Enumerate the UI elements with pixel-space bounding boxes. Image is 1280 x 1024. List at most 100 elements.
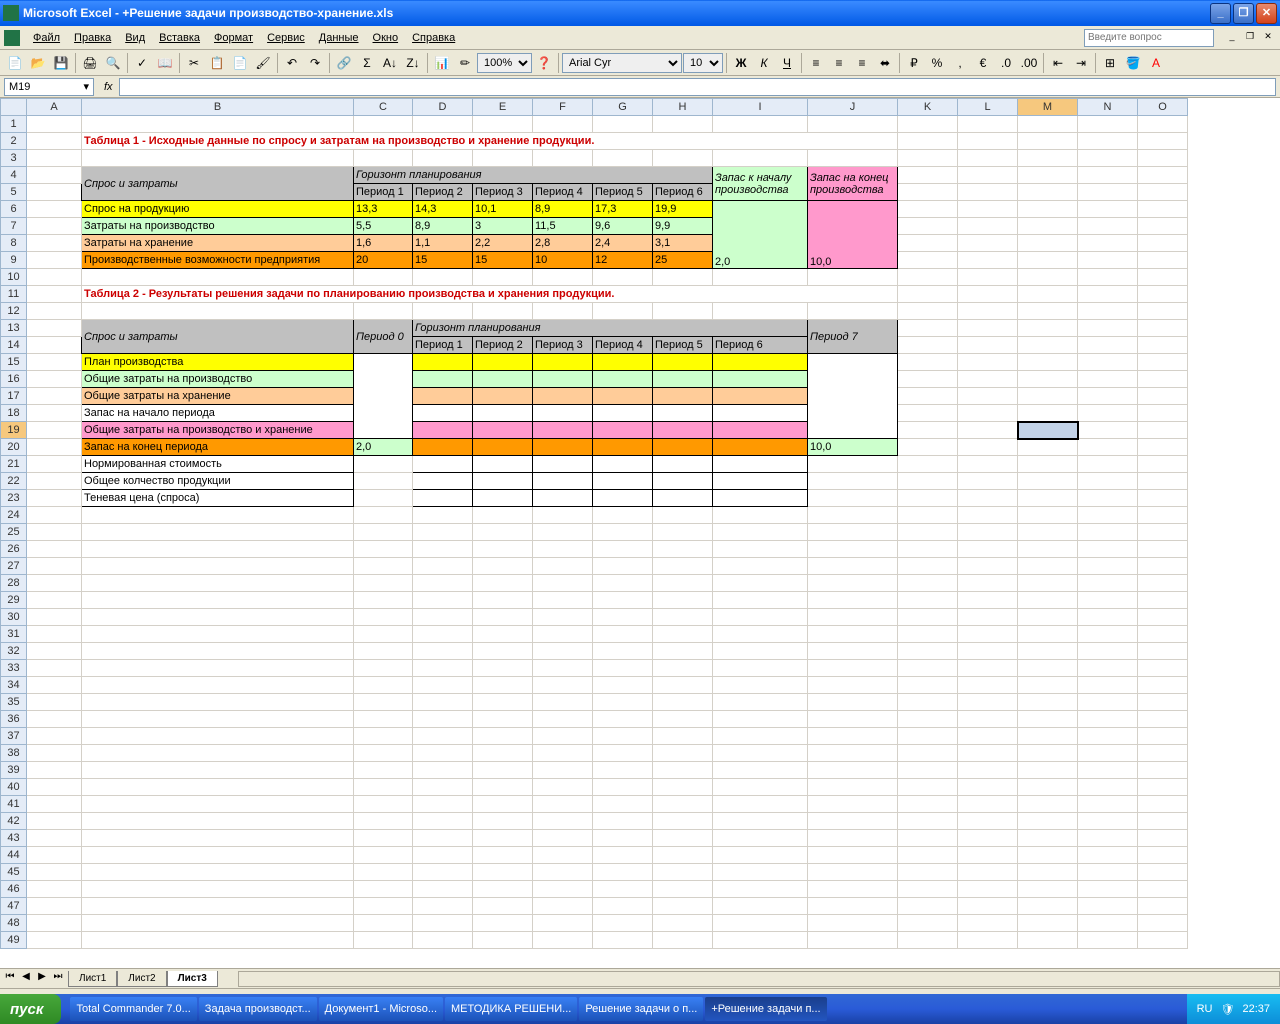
cell-J33[interactable]: [808, 660, 898, 677]
zoom-select[interactable]: 100%: [477, 53, 532, 73]
cell-N29[interactable]: [1078, 592, 1138, 609]
cell-H23[interactable]: [653, 490, 713, 507]
cell-C21[interactable]: [354, 456, 413, 473]
cell-H30[interactable]: [653, 609, 713, 626]
cell-G39[interactable]: [593, 762, 653, 779]
cell-M24[interactable]: [1018, 507, 1078, 524]
column-header-J[interactable]: J: [808, 99, 898, 116]
cell-C6[interactable]: 13,3: [354, 201, 413, 218]
cell-G29[interactable]: [593, 592, 653, 609]
cell-A24[interactable]: [27, 507, 82, 524]
cell-E15[interactable]: [473, 354, 533, 371]
cell-N7[interactable]: [1078, 218, 1138, 235]
cell-C29[interactable]: [354, 592, 413, 609]
cell-J32[interactable]: [808, 643, 898, 660]
cell-G33[interactable]: [593, 660, 653, 677]
cell-B16[interactable]: Общие затраты на производство: [82, 371, 354, 388]
cell-L39[interactable]: [958, 762, 1018, 779]
cell-G37[interactable]: [593, 728, 653, 745]
cell-E20[interactable]: [473, 439, 533, 456]
cell-A26[interactable]: [27, 541, 82, 558]
cell-N26[interactable]: [1078, 541, 1138, 558]
cell-J20[interactable]: 10,0: [808, 439, 898, 456]
cell-L29[interactable]: [958, 592, 1018, 609]
cell-F9[interactable]: 10: [533, 252, 593, 269]
cell-G15[interactable]: [593, 354, 653, 371]
cell-E37[interactable]: [473, 728, 533, 745]
cell-O18[interactable]: [1138, 405, 1188, 422]
row-header-34[interactable]: 34: [1, 677, 27, 694]
cell-K36[interactable]: [898, 711, 958, 728]
row-header-27[interactable]: 27: [1, 558, 27, 575]
cell-J36[interactable]: [808, 711, 898, 728]
cell-H34[interactable]: [653, 677, 713, 694]
cell-F29[interactable]: [533, 592, 593, 609]
cell-D10[interactable]: [413, 269, 473, 286]
cell-E26[interactable]: [473, 541, 533, 558]
cell-E48[interactable]: [473, 915, 533, 932]
cell-K32[interactable]: [898, 643, 958, 660]
cell-J29[interactable]: [808, 592, 898, 609]
cell-D7[interactable]: 8,9: [413, 218, 473, 235]
row-header-15[interactable]: 15: [1, 354, 27, 371]
cell-E40[interactable]: [473, 779, 533, 796]
cell-K15[interactable]: [898, 354, 958, 371]
cell-M35[interactable]: [1018, 694, 1078, 711]
cell-J27[interactable]: [808, 558, 898, 575]
cell-B13[interactable]: Спрос и затраты: [82, 320, 354, 354]
cell-O6[interactable]: [1138, 201, 1188, 218]
column-header-N[interactable]: N: [1078, 99, 1138, 116]
cell-L32[interactable]: [958, 643, 1018, 660]
maximize-button[interactable]: ❐: [1233, 3, 1254, 24]
cell-D18[interactable]: [413, 405, 473, 422]
cell-G14[interactable]: Период 4: [593, 337, 653, 354]
menu-format[interactable]: Формат: [207, 29, 260, 47]
menu-edit[interactable]: Правка: [67, 29, 118, 47]
menu-insert[interactable]: Вставка: [152, 29, 207, 47]
cell-C23[interactable]: [354, 490, 413, 507]
cell-L49[interactable]: [958, 932, 1018, 949]
cell-J44[interactable]: [808, 847, 898, 864]
cell-D31[interactable]: [413, 626, 473, 643]
cell-I47[interactable]: [713, 898, 808, 915]
cell-I20[interactable]: [713, 439, 808, 456]
column-header-D[interactable]: D: [413, 99, 473, 116]
cell-J40[interactable]: [808, 779, 898, 796]
cell-B41[interactable]: [82, 796, 354, 813]
cell-J13[interactable]: Период 7: [808, 320, 898, 354]
cell-M17[interactable]: [1018, 388, 1078, 405]
cell-E23[interactable]: [473, 490, 533, 507]
cell-N34[interactable]: [1078, 677, 1138, 694]
tray-icon[interactable]: 🛡: [1221, 1003, 1235, 1016]
cell-G25[interactable]: [593, 524, 653, 541]
cell-B15[interactable]: План производства: [82, 354, 354, 371]
cell-A33[interactable]: [27, 660, 82, 677]
cell-B48[interactable]: [82, 915, 354, 932]
cell-B35[interactable]: [82, 694, 354, 711]
cell-O28[interactable]: [1138, 575, 1188, 592]
cell-G9[interactable]: 12: [593, 252, 653, 269]
cell-D24[interactable]: [413, 507, 473, 524]
cell-G20[interactable]: [593, 439, 653, 456]
cell-M44[interactable]: [1018, 847, 1078, 864]
cell-M6[interactable]: [1018, 201, 1078, 218]
cell-F31[interactable]: [533, 626, 593, 643]
cell-L42[interactable]: [958, 813, 1018, 830]
cell-M18[interactable]: [1018, 405, 1078, 422]
cell-O39[interactable]: [1138, 762, 1188, 779]
increase-indent-icon[interactable]: ⇥: [1070, 52, 1092, 74]
column-header-B[interactable]: B: [82, 99, 354, 116]
cell-N39[interactable]: [1078, 762, 1138, 779]
cell-A46[interactable]: [27, 881, 82, 898]
cell-N22[interactable]: [1078, 473, 1138, 490]
cell-L36[interactable]: [958, 711, 1018, 728]
cell-E1[interactable]: [473, 116, 533, 133]
cell-E42[interactable]: [473, 813, 533, 830]
cell-N18[interactable]: [1078, 405, 1138, 422]
cell-L5[interactable]: [958, 184, 1018, 201]
cell-G35[interactable]: [593, 694, 653, 711]
cell-D12[interactable]: [413, 303, 473, 320]
cell-N9[interactable]: [1078, 252, 1138, 269]
cell-H16[interactable]: [653, 371, 713, 388]
cell-I39[interactable]: [713, 762, 808, 779]
